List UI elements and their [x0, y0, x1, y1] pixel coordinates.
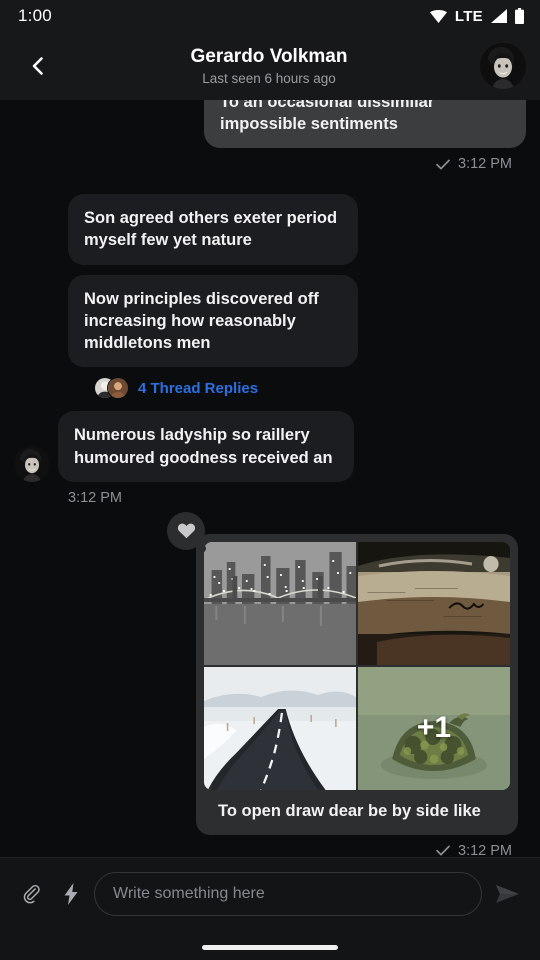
image-grid: +1 — [204, 541, 510, 790]
heart-icon — [177, 523, 195, 539]
message-time: 3:12 PM — [458, 842, 512, 857]
back-button[interactable] — [18, 46, 58, 86]
send-icon — [496, 885, 519, 903]
image-grid-cell[interactable] — [358, 541, 510, 665]
status-icons: LTE — [429, 7, 524, 25]
avatar-portrait-icon — [14, 445, 50, 482]
heart-reaction[interactable] — [167, 511, 206, 553]
message-row-incoming: Now principles discovered off increasing… — [0, 274, 540, 368]
check-icon — [436, 845, 450, 856]
home-indicator[interactable] — [202, 945, 338, 950]
thread-avatar — [107, 377, 129, 400]
message-time: 3:12 PM — [68, 489, 122, 506]
chat-header: Gerardo Volkman Last seen 6 hours ago — [0, 32, 540, 100]
message-meta: 3:12 PM — [0, 482, 540, 506]
status-time: 1:00 — [18, 6, 52, 25]
image-message-card[interactable]: +1 To open draw dear be by side like — [196, 533, 518, 835]
city-bridge-night-photo — [204, 541, 356, 665]
rusty-car-hood-photo — [358, 541, 510, 665]
message-bubble[interactable]: To an occasional dissimilar impossible s… — [204, 100, 526, 148]
attach-button[interactable] — [14, 877, 48, 911]
contact-avatar[interactable] — [480, 43, 526, 89]
battery-icon — [515, 8, 524, 24]
check-icon — [436, 159, 450, 169]
snowy-road-photo — [204, 666, 356, 790]
quick-action-button[interactable] — [54, 877, 88, 911]
image-grid-cell[interactable] — [204, 666, 356, 790]
message-bubble[interactable]: Now principles discovered off increasing… — [68, 274, 358, 368]
network-label: LTE — [454, 7, 483, 25]
message-meta: 3:12 PM — [0, 835, 540, 857]
message-bubble[interactable]: Numerous ladyship so raillery humoured g… — [58, 411, 354, 482]
message-row-outgoing-clipped: To an occasional dissimilar impossible s… — [0, 100, 540, 148]
image-message-caption: To open draw dear be by side like — [218, 801, 481, 820]
thread-replies-label: 4 Thread Replies — [138, 379, 259, 397]
message-input-placeholder: Write something here — [113, 885, 265, 902]
message-row-incoming: Son agreed others exeter period myself f… — [0, 194, 540, 265]
paperclip-icon — [23, 884, 40, 904]
message-list[interactable]: To an occasional dissimilar impossible s… — [0, 100, 540, 857]
message-input[interactable]: Write something here — [94, 872, 482, 916]
message-composer: Write something here — [0, 857, 540, 960]
message-row-outgoing-media: +1 To open draw dear be by side like — [0, 511, 540, 835]
contact-status: Last seen 6 hours ago — [202, 71, 336, 87]
image-grid-cell[interactable] — [204, 541, 356, 665]
thread-replies-link[interactable]: 4 Thread Replies — [0, 367, 540, 403]
sender-avatar[interactable] — [14, 445, 50, 482]
signal-icon — [491, 9, 507, 23]
header-titles[interactable]: Gerardo Volkman Last seen 6 hours ago — [58, 46, 480, 87]
chevron-left-icon — [32, 57, 43, 75]
message-time: 3:12 PM — [458, 156, 512, 172]
lightning-bolt-icon — [64, 883, 78, 905]
image-grid-cell[interactable]: +1 — [358, 666, 510, 790]
more-images-overlay: +1 — [416, 711, 452, 745]
avatar-portrait-icon — [480, 43, 526, 89]
message-bubble[interactable]: Son agreed others exeter period myself f… — [68, 194, 358, 265]
wifi-icon — [429, 9, 447, 23]
status-bar: 1:00 LTE — [0, 0, 540, 32]
thread-avatars — [94, 377, 129, 400]
avatar-portrait-icon — [108, 378, 128, 399]
message-row-incoming: Numerous ladyship so raillery humoured g… — [0, 411, 540, 482]
send-button[interactable] — [488, 874, 528, 914]
message-meta: 3:12 PM — [0, 148, 540, 172]
contact-name: Gerardo Volkman — [190, 45, 348, 67]
